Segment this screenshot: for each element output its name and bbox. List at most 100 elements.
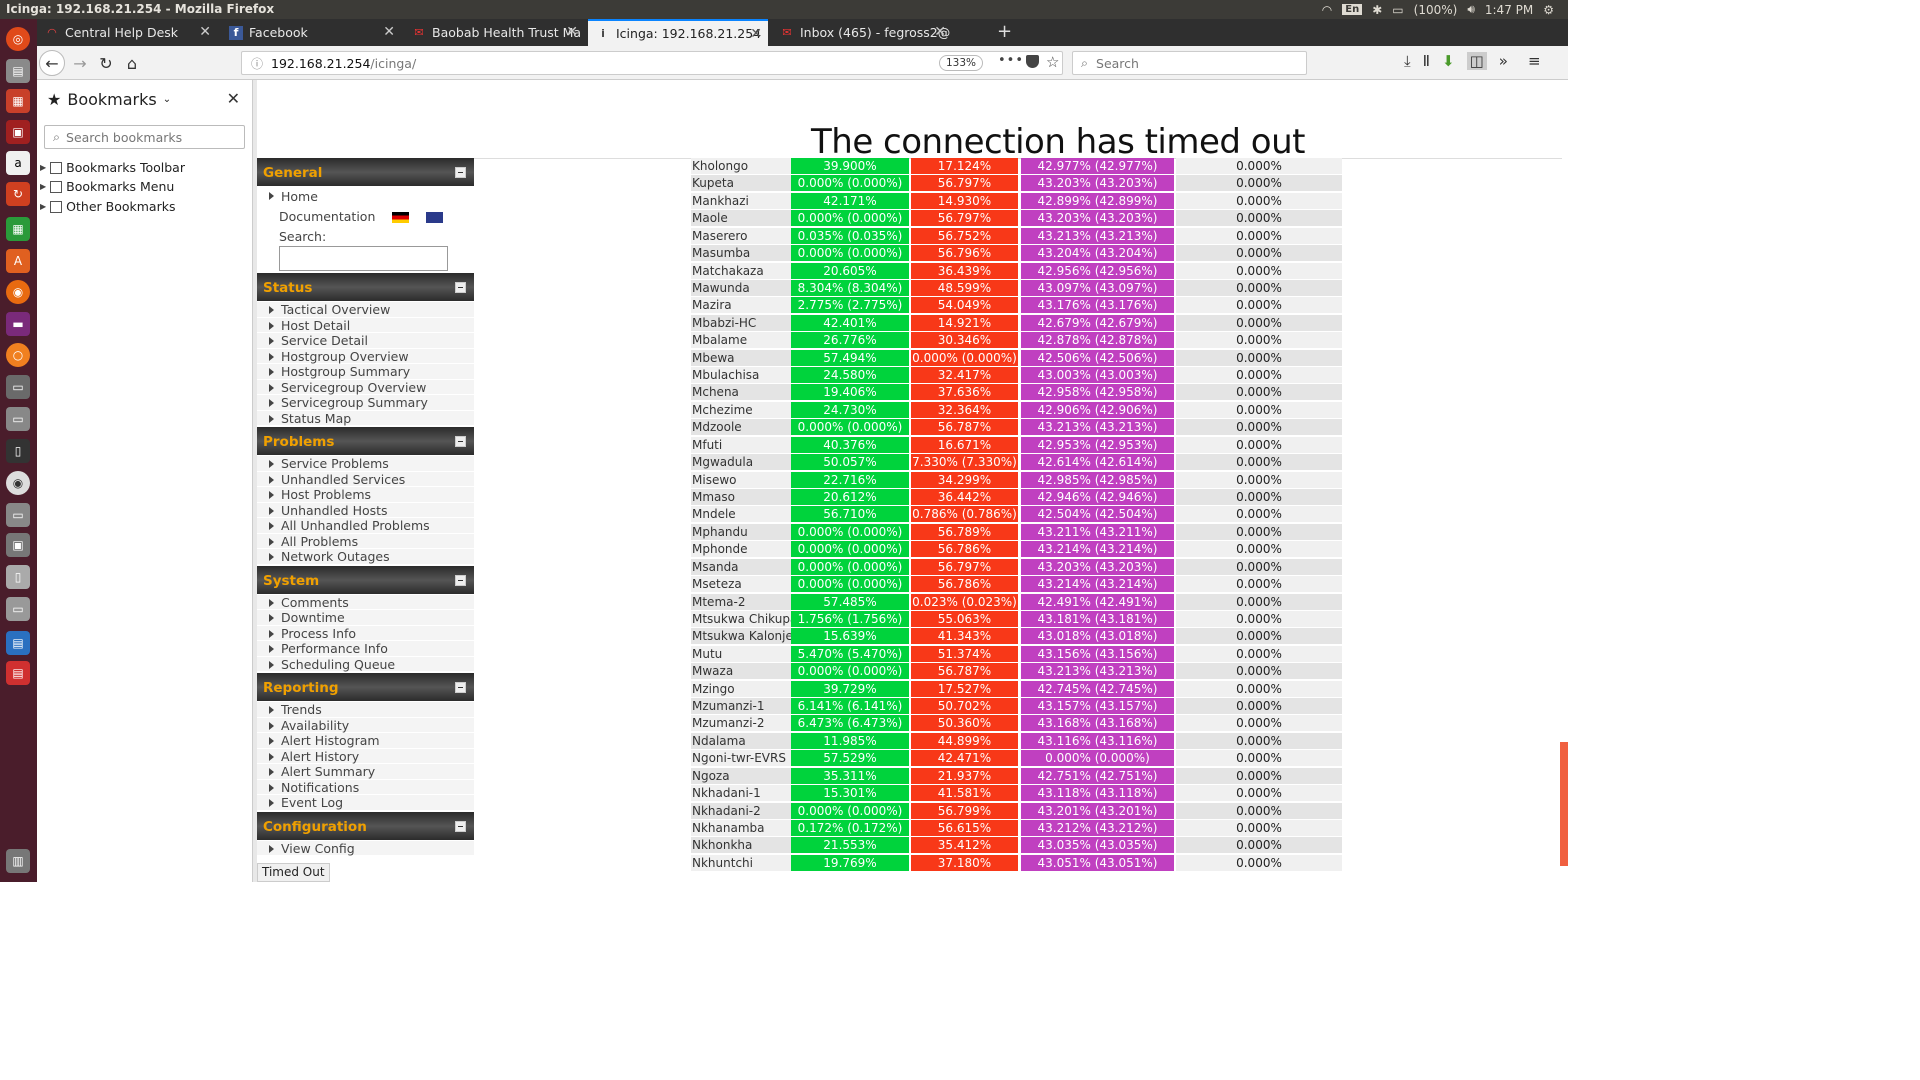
menu-item-servicegroup-overview[interactable]: Servicegroup Overview [257, 379, 474, 395]
collapse-icon[interactable] [455, 574, 466, 586]
close-icon[interactable]: ✕ [566, 24, 578, 40]
collapse-icon[interactable] [455, 820, 466, 832]
menu-item-alert-histogram[interactable]: Alert Histogram [257, 733, 474, 749]
drive-3-icon[interactable]: ▭ [6, 597, 30, 621]
host-name-cell[interactable]: Matchakaza [691, 262, 791, 279]
host-name-cell[interactable]: Mndele [691, 506, 791, 523]
menu-item-event-log[interactable]: Event Log [257, 795, 474, 811]
bluetooth-icon[interactable]: ✱ [1372, 3, 1382, 17]
host-name-cell[interactable]: Mphandu [691, 523, 791, 540]
host-name-cell[interactable]: Mtsukwa Chikupa [691, 610, 797, 627]
host-name-cell[interactable]: Mphonde [691, 541, 791, 558]
wifi-icon[interactable]: ◠ [1322, 3, 1332, 17]
menu-item-downtime[interactable]: Downtime [257, 610, 474, 626]
menu-item-alert-summary[interactable]: Alert Summary [257, 764, 474, 780]
tab-facebook[interactable]: f Facebook ✕ [221, 19, 401, 46]
menu-icon[interactable]: ≡ [1528, 52, 1541, 70]
expand-icon[interactable]: ▶ [40, 182, 46, 191]
menu-item-servicegroup-summary[interactable]: Servicegroup Summary [257, 395, 474, 411]
host-name-cell[interactable]: Mfuti [691, 436, 791, 453]
collapse-icon[interactable] [455, 282, 466, 293]
host-name-cell[interactable]: Mtsukwa Kalonje [691, 628, 793, 645]
drive-2-icon[interactable]: ▭ [6, 503, 30, 527]
german-flag-icon[interactable] [392, 212, 409, 223]
host-name-cell[interactable]: Mutu [691, 645, 791, 662]
host-name-cell[interactable]: Mbabzi-HC [691, 314, 791, 331]
collapse-icon[interactable] [455, 436, 466, 447]
disk-icon[interactable]: ▭ [6, 407, 30, 431]
drive-icon[interactable]: ▭ [6, 375, 30, 399]
reload-button[interactable]: ↻ [93, 51, 119, 75]
bookmarks-header[interactable]: ★ Bookmarks ⌄ [47, 90, 171, 109]
terminal-icon[interactable]: ▣ [6, 120, 30, 144]
library-icon[interactable]: Ⅱ [1423, 52, 1430, 70]
menu-item-service-detail[interactable]: Service Detail [257, 333, 474, 349]
host-name-cell[interactable]: Mtema-2 [691, 593, 791, 610]
host-name-cell[interactable]: Mzumanzi-2 [691, 715, 791, 732]
uk-flag-icon[interactable] [426, 212, 443, 223]
menu-item-unhandled-hosts[interactable]: Unhandled Hosts [257, 502, 474, 518]
host-name-cell[interactable]: Mbalame [691, 332, 791, 349]
search-bookmarks-input[interactable]: ⌕ Search bookmarks [44, 125, 245, 149]
bookmark-folder-other[interactable]: ▶ Other Bookmarks [40, 199, 175, 214]
usb-icon[interactable]: ▯ [6, 565, 30, 589]
host-name-cell[interactable]: Ngoza [691, 767, 791, 784]
menu-item-host-problems[interactable]: Host Problems [257, 487, 474, 503]
software-center-icon[interactable]: A [6, 249, 30, 273]
back-button[interactable]: ← [39, 50, 65, 76]
menu-item-all-unhandled-problems[interactable]: All Unhandled Problems [257, 518, 474, 534]
extension-icon[interactable]: ⬇ [1442, 52, 1455, 70]
menu-item-process-info[interactable]: Process Info [257, 625, 474, 641]
tab-inbox[interactable]: ✉ Inbox (465) - fegross2@ ✕ [772, 19, 952, 46]
host-name-cell[interactable]: Masumba [691, 245, 791, 262]
camera-icon[interactable]: ▣ [6, 533, 30, 557]
terminal-purple-icon[interactable]: ▬ [6, 312, 30, 336]
close-sidebar-button[interactable]: ✕ [227, 89, 240, 108]
host-name-cell[interactable]: Mchezime [691, 401, 791, 418]
menu-item-documentation[interactable]: Documentation [257, 206, 474, 228]
menu-item-notifications[interactable]: Notifications [257, 779, 474, 795]
forward-button[interactable]: → [67, 51, 93, 75]
host-name-cell[interactable]: Mgwadula [691, 454, 791, 471]
host-name-cell[interactable]: Nkhadani-2 [691, 802, 791, 819]
url-bar[interactable]: ⓘ 192.168.21.254/icinga/ 133% ••• ☆ [241, 51, 1063, 75]
download-icon[interactable]: ⤓ [1404, 52, 1411, 70]
amazon-icon[interactable]: a [6, 151, 30, 175]
host-name-cell[interactable]: Mazira [691, 297, 791, 314]
trash-icon[interactable]: ▥ [6, 849, 30, 873]
page-actions-icon[interactable]: ••• [998, 53, 1024, 68]
host-name-cell[interactable]: Nkhonkha [691, 837, 791, 854]
menu-item-network-outages[interactable]: Network Outages [257, 549, 474, 565]
close-icon[interactable]: ✕ [199, 24, 211, 40]
host-name-cell[interactable]: Mzumanzi-1 [691, 698, 791, 715]
host-name-cell[interactable]: Nkhanamba [691, 819, 791, 836]
host-name-cell[interactable]: Nkhadani-1 [691, 785, 791, 802]
cd-icon[interactable]: ◉ [6, 471, 30, 495]
menu-item-alert-history[interactable]: Alert History [257, 748, 474, 764]
keyboard-language[interactable]: En [1342, 4, 1363, 15]
menu-item-availability[interactable]: Availability [257, 717, 474, 733]
close-icon[interactable]: ✕ [750, 26, 762, 42]
battery-icon[interactable]: ▭ [1392, 3, 1403, 17]
menu-item-view-config[interactable]: View Config [257, 840, 474, 856]
host-name-cell[interactable]: Nkhuntchi [691, 854, 791, 871]
tab-central-help-desk[interactable]: ◠ Central Help Desk ✕ [37, 19, 217, 46]
bookmark-folder-menu[interactable]: ▶ Bookmarks Menu [40, 179, 174, 194]
menu-item-comments[interactable]: Comments [257, 594, 474, 610]
host-name-cell[interactable]: Mbulachisa [691, 367, 791, 384]
settings-icon[interactable]: ⚙ [1543, 3, 1554, 17]
host-name-cell[interactable]: Msanda [691, 558, 791, 575]
close-icon[interactable]: ✕ [934, 24, 946, 40]
host-name-cell[interactable]: Mchena [691, 384, 791, 401]
new-tab-button[interactable]: + [997, 21, 1012, 42]
home-button[interactable]: ⌂ [119, 51, 145, 75]
tab-icinga[interactable]: i Icinga: 192.168.21.254 ✕ [588, 19, 768, 46]
menu-item-hostgroup-summary[interactable]: Hostgroup Summary [257, 364, 474, 380]
ubuntu-one-icon[interactable]: ○ [6, 343, 30, 367]
host-name-cell[interactable]: Misewo [691, 471, 791, 488]
bookmark-star-icon[interactable]: ☆ [1046, 53, 1059, 71]
zoom-indicator[interactable]: 133% [939, 55, 984, 71]
bookmark-folder-toolbar[interactable]: ▶ Bookmarks Toolbar [40, 160, 185, 175]
site-info-icon[interactable]: ⓘ [251, 55, 263, 72]
menu-item-performance-info[interactable]: Performance Info [257, 641, 474, 657]
